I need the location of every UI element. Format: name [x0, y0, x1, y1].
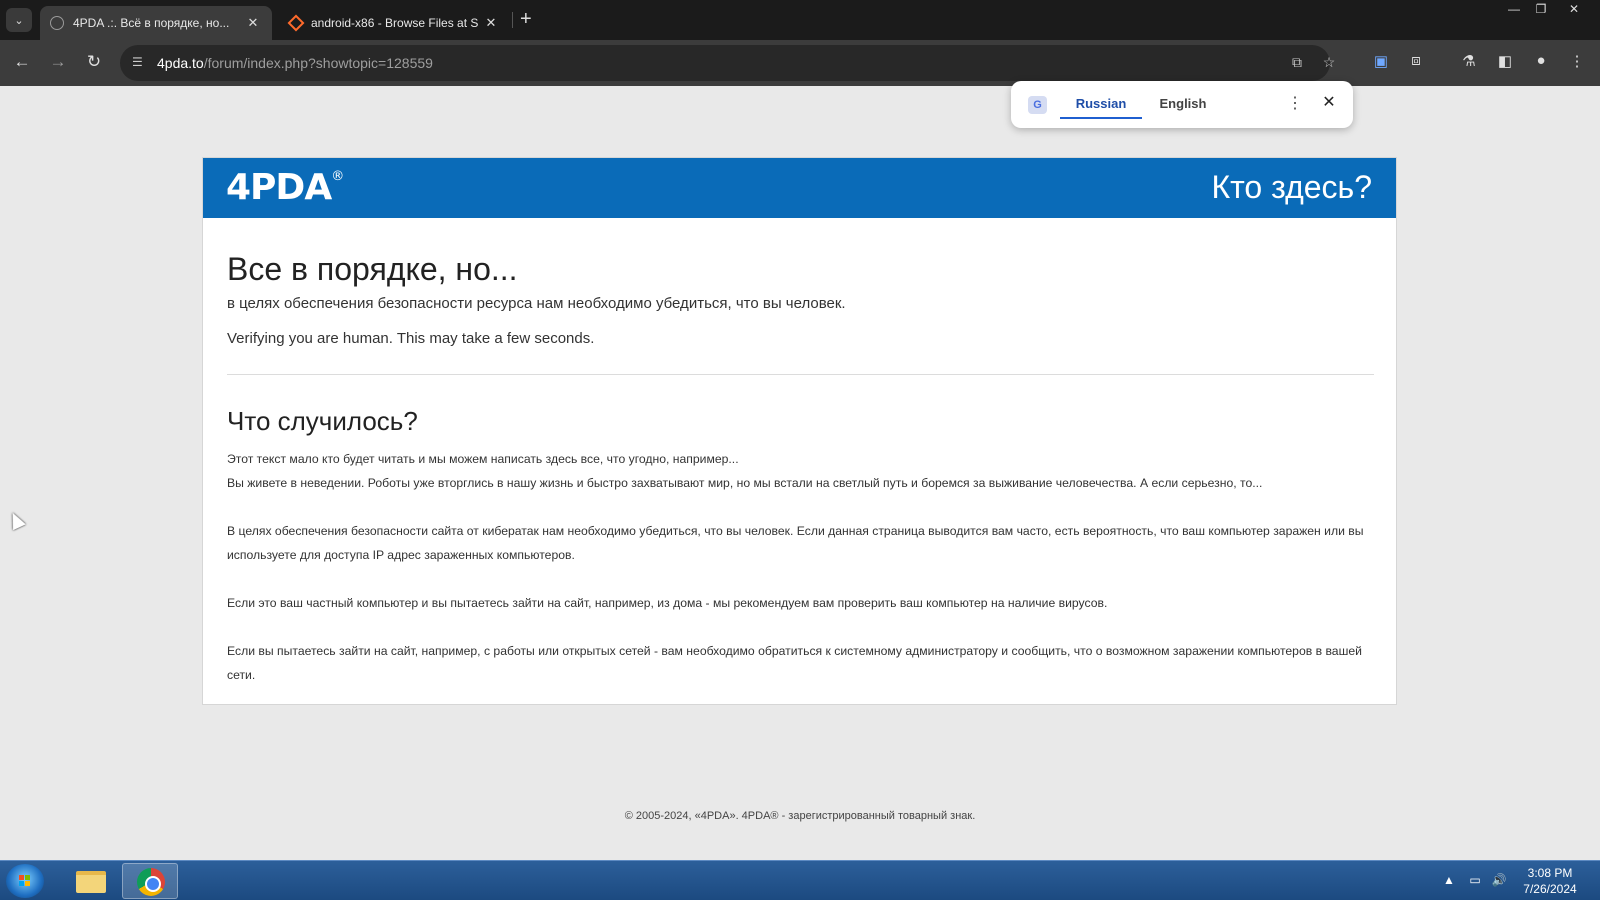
- card-header: 4PDA® Кто здесь?: [203, 158, 1396, 218]
- sourceforge-icon: [287, 14, 305, 32]
- tab-strip: ⌄ 4PDA .:. Всё в порядке, но... ✕ androi…: [0, 0, 1600, 40]
- tray-expand-icon[interactable]: ▲: [1440, 873, 1458, 887]
- translate-icon[interactable]: ⧉: [1287, 54, 1307, 72]
- mouse-cursor-icon: [6, 509, 26, 531]
- taskbar-clock[interactable]: 3:08 PM 7/26/2024: [1510, 865, 1590, 897]
- tab-search-button[interactable]: ⌄: [6, 8, 32, 32]
- section-title: Что случилось?: [227, 406, 418, 436]
- paragraph: Этот текст мало кто будет читать и мы мо…: [227, 452, 739, 466]
- page-heading: Все в порядке, но...: [227, 251, 518, 287]
- start-button[interactable]: [6, 864, 44, 898]
- back-icon[interactable]: ←: [11, 52, 33, 72]
- challenge-card: 4PDA® Кто здесь? Все в порядке, но... в …: [202, 157, 1397, 705]
- volume-icon[interactable]: 🔊: [1490, 873, 1508, 887]
- folder-icon: [76, 871, 106, 893]
- menu-kebab-icon[interactable]: ⋮: [1566, 52, 1588, 70]
- windows-taskbar: ▲ ▭ 🔊 3:08 PM 7/26/2024: [0, 860, 1600, 900]
- close-window-icon[interactable]: ✕: [1563, 2, 1585, 16]
- restore-icon[interactable]: ❐: [1530, 2, 1552, 16]
- side-panel-icon[interactable]: ◧: [1494, 52, 1516, 70]
- header-title: Кто здесь?: [1211, 169, 1372, 205]
- tab-android-x86[interactable]: android-x86 - Browse Files at S ✕: [278, 6, 510, 40]
- tab-close-icon[interactable]: ✕: [482, 15, 500, 31]
- google-translate-icon: G: [1028, 96, 1047, 114]
- tab-4pda[interactable]: 4PDA .:. Всё в порядке, но... ✕: [40, 6, 272, 40]
- site-info-icon[interactable]: ☰: [132, 55, 148, 71]
- more-options-icon[interactable]: ⋮: [1287, 93, 1303, 113]
- profile-icon[interactable]: ●: [1530, 52, 1552, 69]
- lang-tab-source[interactable]: Russian: [1060, 96, 1142, 111]
- tab-divider: [512, 12, 513, 28]
- url-text[interactable]: 4pda.to/forum/index.php?showtopic=128559: [157, 55, 433, 71]
- paragraph: Если вы пытаетесь зайти на сайт, наприме…: [227, 644, 1362, 682]
- paragraph: В целях обеспечения безопасности сайта о…: [227, 524, 1364, 562]
- browser-toolbar: ← → ↻ ☰ 4pda.to/forum/index.php?showtopi…: [0, 40, 1600, 86]
- chrome-icon: [137, 868, 165, 896]
- network-icon[interactable]: ▭: [1466, 873, 1484, 887]
- extensions-icon[interactable]: ⧈: [1405, 52, 1427, 69]
- page-subheading: в целях обеспечения безопасности ресурса…: [227, 295, 846, 312]
- paragraph: Если это ваш частный компьютер и вы пыта…: [227, 596, 1108, 610]
- taskbar-explorer[interactable]: [62, 863, 118, 899]
- paragraph: Вы живете в неведении. Роботы уже вторгл…: [227, 476, 1263, 490]
- explanation-text: Этот текст мало кто будет читать и мы мо…: [227, 447, 1377, 687]
- address-bar[interactable]: ☰ 4pda.to/forum/index.php?showtopic=1285…: [120, 45, 1335, 81]
- reload-icon[interactable]: ↻: [83, 52, 105, 72]
- minimize-icon[interactable]: —: [1503, 2, 1525, 16]
- forward-icon[interactable]: →: [47, 52, 69, 72]
- divider: [227, 374, 1374, 375]
- site-logo[interactable]: 4PDA®: [226, 167, 344, 208]
- close-icon[interactable]: ✕: [1321, 92, 1337, 112]
- translate-popup: G Russian English ⋮ ✕: [1011, 81, 1353, 128]
- taskbar-chrome[interactable]: [122, 863, 178, 899]
- new-tab-button[interactable]: +: [520, 9, 532, 29]
- clock-time: 3:08 PM: [1527, 866, 1573, 880]
- tab-title: android-x86 - Browse Files at S: [311, 16, 479, 30]
- verify-status: Verifying you are human. This may take a…: [227, 330, 595, 347]
- selected-tab-indicator: [1060, 117, 1142, 119]
- lang-tab-target[interactable]: English: [1142, 96, 1224, 111]
- tab-title: 4PDA .:. Всё в порядке, но...: [73, 16, 230, 30]
- windows-logo-icon: [19, 875, 31, 887]
- tab-close-icon[interactable]: ✕: [244, 15, 262, 31]
- clock-date: 7/26/2024: [1523, 882, 1577, 896]
- bookmark-star-icon[interactable]: ☆: [1319, 54, 1339, 72]
- cast-icon[interactable]: ▣: [1370, 52, 1392, 70]
- labs-icon[interactable]: ⚗: [1458, 52, 1480, 70]
- globe-icon: [50, 16, 64, 30]
- page-footer: © 2005-2024, «4PDA». 4PDA® - зарегистрир…: [624, 810, 976, 822]
